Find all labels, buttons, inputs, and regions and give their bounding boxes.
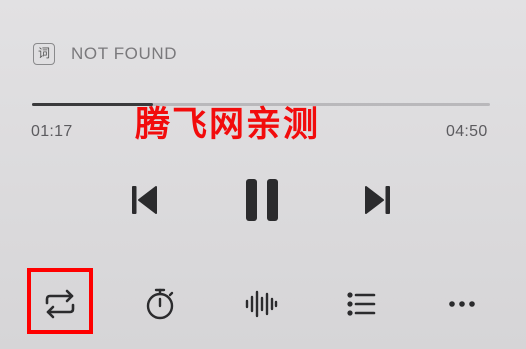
skip-next-icon [365, 186, 390, 214]
sound-effects-icon [245, 290, 278, 318]
lyrics-badge[interactable]: 词 [33, 43, 55, 65]
more-options-button[interactable] [440, 282, 484, 326]
total-time: 04:50 [446, 123, 488, 140]
pause-icon [246, 179, 278, 221]
timer-icon [146, 288, 174, 320]
lyrics-status-text: NOT FOUND [71, 44, 178, 63]
sound-effects-button[interactable] [239, 282, 283, 326]
repeat-mode-button[interactable] [38, 282, 82, 326]
skip-previous-icon [132, 186, 157, 214]
repeat-icon [45, 289, 75, 319]
previous-track-button[interactable] [122, 178, 166, 222]
next-track-button[interactable] [356, 178, 400, 222]
playlist-button[interactable] [340, 282, 384, 326]
watermark-text: 腾飞网亲测 [135, 105, 321, 145]
pause-button[interactable] [238, 174, 286, 226]
playlist-icon [347, 292, 376, 316]
more-icon [449, 301, 475, 307]
sleep-timer-button[interactable] [138, 282, 182, 326]
elapsed-time: 01:17 [31, 123, 73, 140]
